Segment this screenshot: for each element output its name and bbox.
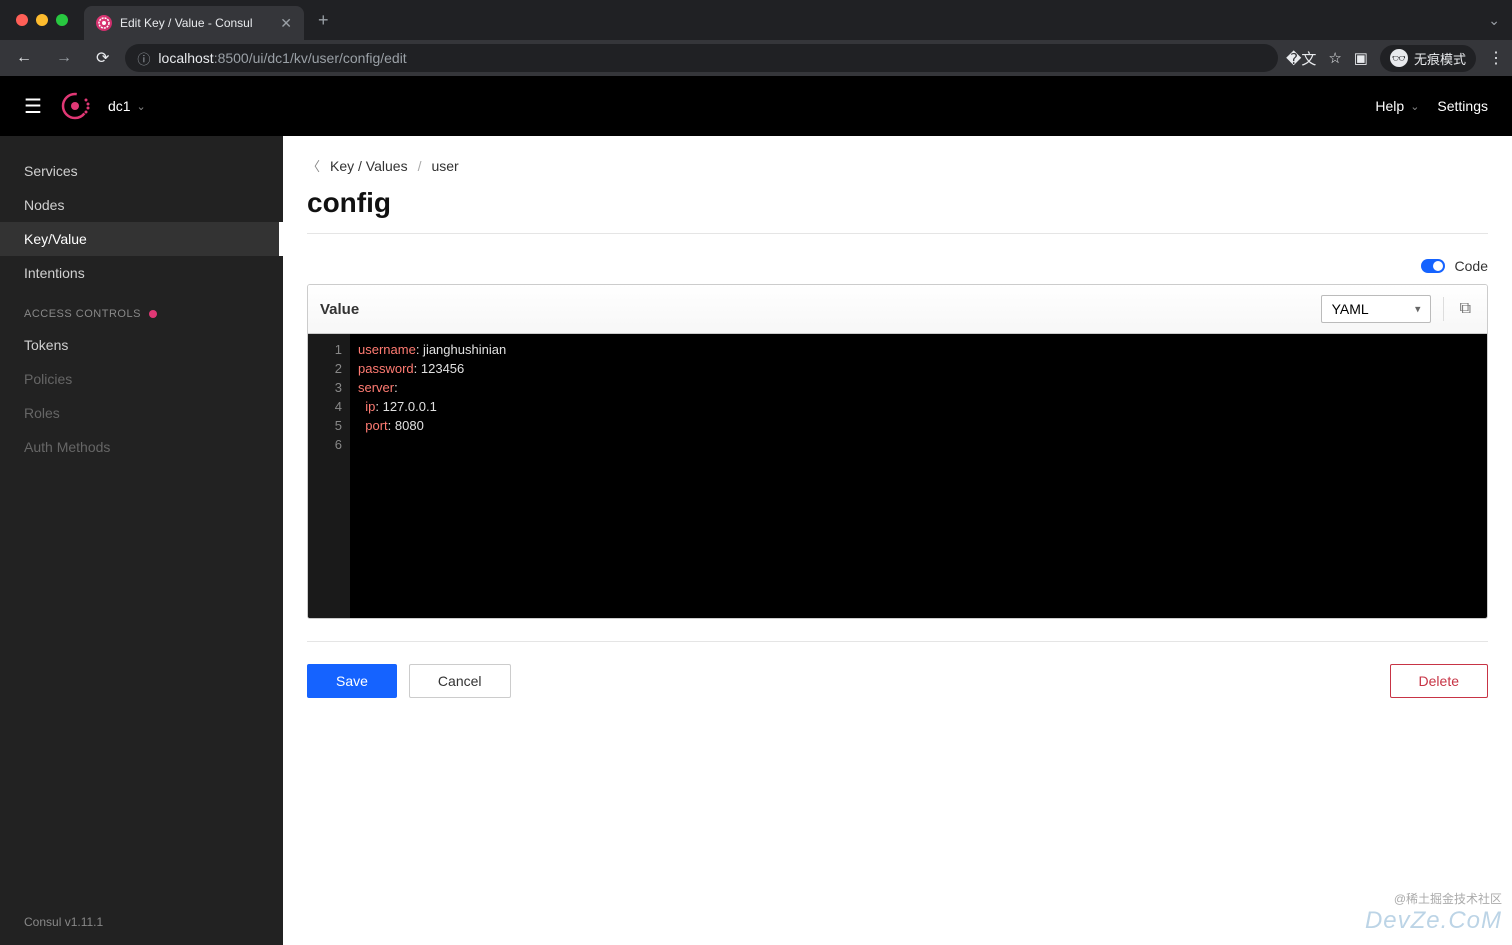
sidebar-item-intentions[interactable]: Intentions: [0, 256, 283, 290]
section-badge-icon: [149, 310, 157, 318]
datacenter-label: dc1: [108, 98, 131, 114]
nav-forward-icon[interactable]: →: [48, 45, 80, 71]
tab-favicon-icon: [96, 15, 112, 31]
divider: [1443, 297, 1444, 321]
editor-card: Value YAML ⧉ 123456 username: jianghushi…: [307, 284, 1488, 619]
code-lines[interactable]: username: jianghushinianpassword: 123456…: [350, 334, 1487, 618]
browser-tab-bar: Edit Key / Value - Consul ✕ + ⌄: [0, 0, 1512, 40]
tab-close-icon[interactable]: ✕: [280, 15, 292, 32]
side-panel-icon[interactable]: ▣: [1354, 49, 1368, 67]
tabs-dropdown-icon[interactable]: ⌄: [1488, 12, 1500, 29]
code-editor[interactable]: 123456 username: jianghushinianpassword:…: [308, 334, 1487, 618]
chevron-down-icon: ⌄: [1410, 100, 1419, 113]
browser-menu-icon[interactable]: ⋮: [1488, 48, 1504, 68]
format-select[interactable]: YAML: [1321, 295, 1431, 323]
sidebar-item-policies[interactable]: Policies: [0, 362, 283, 396]
address-bar[interactable]: ⓘ localhost:8500/ui/dc1/kv/user/config/e…: [125, 44, 1278, 72]
page-title: config: [307, 187, 1488, 234]
editor-header: Value YAML ⧉: [308, 285, 1487, 334]
new-tab-button[interactable]: +: [318, 10, 329, 31]
chevron-down-icon: ⌄: [137, 100, 146, 113]
editor-value-label: Value: [320, 301, 1321, 318]
tab-title: Edit Key / Value - Consul: [120, 16, 272, 30]
code-toggle-label: Code: [1455, 258, 1488, 274]
main-content: 〈 Key / Values / user config Code Value …: [283, 136, 1512, 945]
toolbar-right: �文 ☆ ▣ 👓︎ 无痕模式 ⋮: [1286, 45, 1504, 72]
sidebar-item-auth-methods[interactable]: Auth Methods: [0, 430, 283, 464]
help-menu[interactable]: Help ⌄: [1375, 98, 1419, 114]
translate-icon[interactable]: �文: [1286, 48, 1316, 69]
copy-icon[interactable]: ⧉: [1456, 296, 1475, 322]
incognito-indicator[interactable]: 👓︎ 无痕模式: [1380, 45, 1476, 72]
line-gutter: 123456: [308, 334, 350, 618]
breadcrumb-separator: /: [418, 158, 422, 174]
help-label: Help: [1375, 98, 1404, 114]
breadcrumb: 〈 Key / Values / user: [307, 156, 1488, 175]
sidebar-item-tokens[interactable]: Tokens: [0, 328, 283, 362]
consul-logo-icon[interactable]: [60, 91, 90, 121]
breadcrumb-back-icon[interactable]: 〈: [307, 156, 320, 175]
sidebar-item-keyvalue[interactable]: Key/Value: [0, 222, 283, 256]
breadcrumb-root[interactable]: Key / Values: [330, 158, 408, 174]
window-controls: [16, 14, 68, 26]
sidebar-section-access-controls: ACCESS CONTROLS: [0, 290, 283, 328]
save-button[interactable]: Save: [307, 664, 397, 698]
nav-back-icon[interactable]: ←: [8, 45, 40, 71]
browser-toolbar: ← → ⟳ ⓘ localhost:8500/ui/dc1/kv/user/co…: [0, 40, 1512, 76]
sidebar-item-roles[interactable]: Roles: [0, 396, 283, 430]
cancel-button[interactable]: Cancel: [409, 664, 511, 698]
breadcrumb-parent[interactable]: user: [431, 158, 458, 174]
url-text: localhost:8500/ui/dc1/kv/user/config/edi…: [158, 50, 406, 66]
button-row: Save Cancel Delete: [307, 664, 1488, 698]
code-toggle[interactable]: [1421, 259, 1445, 273]
app-header: ☰ dc1 ⌄ Help ⌄ Settings: [0, 76, 1512, 136]
browser-tab[interactable]: Edit Key / Value - Consul ✕: [84, 6, 304, 40]
site-info-icon[interactable]: ⓘ: [137, 49, 150, 68]
delete-button[interactable]: Delete: [1390, 664, 1488, 698]
app-body: Services Nodes Key/Value Intentions ACCE…: [0, 136, 1512, 945]
sidebar: Services Nodes Key/Value Intentions ACCE…: [0, 136, 283, 945]
sidebar-item-services[interactable]: Services: [0, 154, 283, 188]
window-minimize[interactable]: [36, 14, 48, 26]
section-label: ACCESS CONTROLS: [24, 308, 141, 320]
incognito-label: 无痕模式: [1414, 49, 1466, 68]
sidebar-version: Consul v1.11.1: [0, 899, 283, 945]
datacenter-selector[interactable]: dc1 ⌄: [108, 98, 146, 114]
format-select-wrap: YAML: [1321, 295, 1431, 323]
app-root: ☰ dc1 ⌄ Help ⌄ Settings Services: [0, 76, 1512, 945]
divider-line: [307, 641, 1488, 642]
bookmark-icon[interactable]: ☆: [1328, 49, 1341, 67]
settings-link[interactable]: Settings: [1437, 98, 1488, 114]
window-close[interactable]: [16, 14, 28, 26]
settings-label: Settings: [1437, 98, 1488, 114]
sidebar-item-nodes[interactable]: Nodes: [0, 188, 283, 222]
hamburger-menu-icon[interactable]: ☰: [24, 94, 42, 119]
nav-reload-icon[interactable]: ⟳: [88, 44, 117, 72]
window-maximize[interactable]: [56, 14, 68, 26]
incognito-icon: 👓︎: [1390, 49, 1408, 67]
code-toggle-row: Code: [307, 258, 1488, 274]
